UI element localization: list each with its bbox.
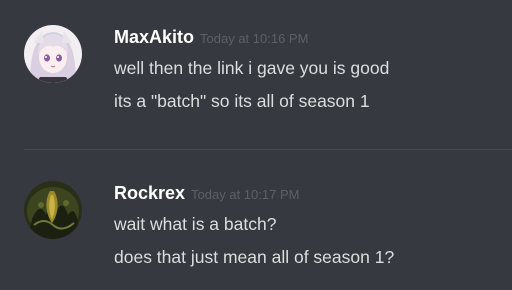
message-text: does that just mean all of season 1?	[114, 247, 395, 267]
timestamp: Today at 10:17 PM	[191, 187, 300, 202]
user-avatar[interactable]	[24, 181, 82, 239]
chat-messages: MaxAkito Today at 10:16 PM well then the …	[0, 0, 512, 290]
anime-girl-avatar-icon	[24, 25, 82, 83]
message-text: wait what is a batch?	[114, 214, 277, 234]
username[interactable]: Rockrex	[114, 183, 185, 203]
user-avatar[interactable]	[24, 25, 82, 83]
new-messages-divider	[24, 149, 512, 150]
message-header: Rockrex Today at 10:17 PM	[114, 178, 504, 208]
message-header: MaxAkito Today at 10:16 PM	[114, 22, 504, 52]
username[interactable]: MaxAkito	[114, 27, 194, 47]
message-content: Rockrex Today at 10:17 PM wait what is a …	[114, 178, 504, 274]
dark-creature-avatar-icon	[24, 181, 82, 239]
message-text: well then the link i gave you is good	[114, 58, 390, 78]
message-text: its a "batch" so its all of season 1	[114, 91, 370, 111]
message-content: MaxAkito Today at 10:16 PM well then the …	[114, 22, 504, 118]
timestamp: Today at 10:16 PM	[200, 31, 309, 46]
